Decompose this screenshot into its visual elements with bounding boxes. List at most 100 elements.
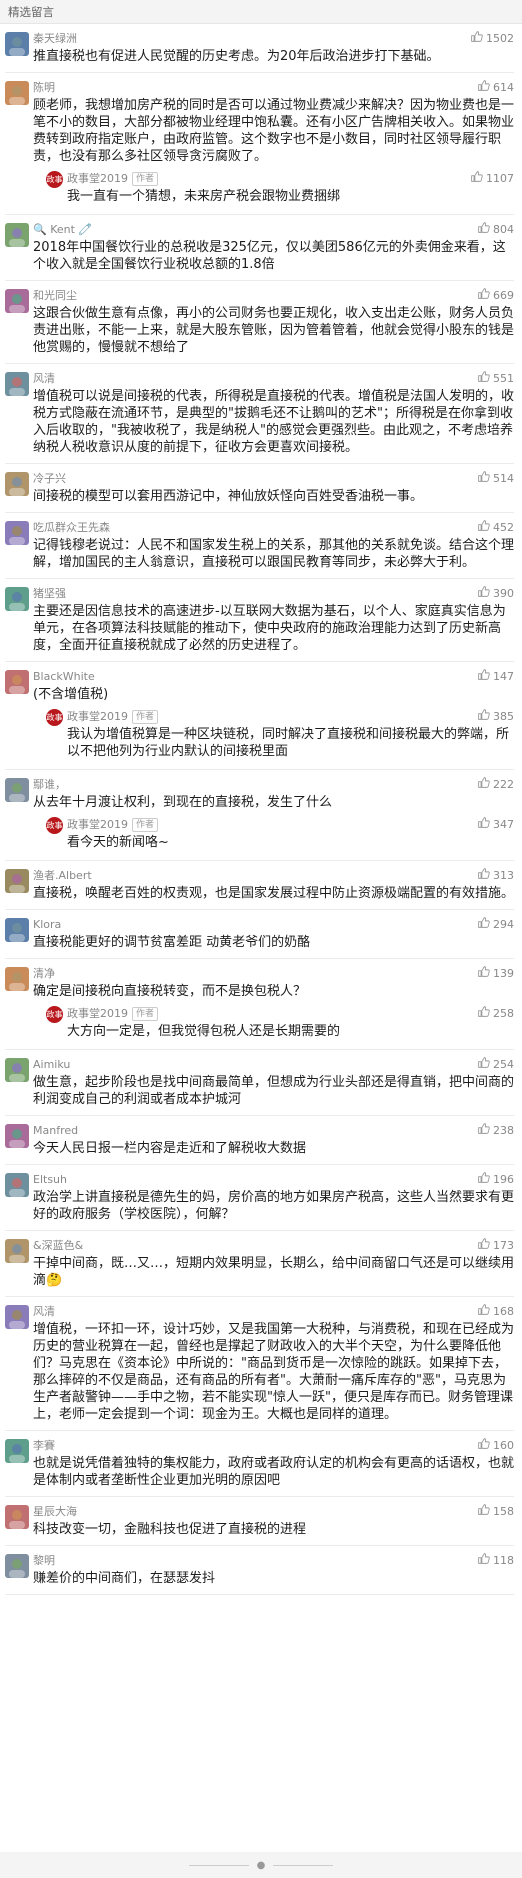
user-avatar[interactable] [5, 1439, 29, 1463]
user-avatar[interactable] [5, 778, 29, 802]
user-avatar[interactable] [5, 1058, 29, 1082]
like-button[interactable]: 614 [477, 79, 514, 97]
comment-meta: 秦天绿洲 [33, 30, 514, 48]
commenter-name[interactable]: Klora [33, 918, 61, 931]
author-avatar[interactable]: 政事堂 [46, 709, 63, 739]
like-button[interactable]: 139 [477, 965, 514, 983]
user-avatar[interactable] [5, 223, 29, 247]
commenter-name[interactable]: BlackWhite [33, 670, 95, 683]
user-avatar[interactable] [5, 1305, 29, 1329]
user-avatar[interactable] [5, 32, 29, 56]
user-avatar[interactable] [5, 372, 29, 396]
user-avatar[interactable] [5, 869, 29, 893]
user-avatar[interactable] [5, 1505, 29, 1529]
like-button[interactable]: 390 [477, 585, 514, 603]
commenter-name[interactable]: 李賽 [33, 1439, 55, 1452]
like-count: 551 [493, 372, 514, 385]
user-avatar[interactable] [5, 289, 29, 313]
like-button[interactable]: 196 [477, 1171, 514, 1189]
reply-like-button[interactable]: 1107 [470, 170, 514, 188]
comment-text: 增值税可以说是间接税的代表，所得税是直接税的代表。增值税是法国人发明的，收税方式… [33, 389, 515, 455]
commenter-name[interactable]: &深蓝色& [33, 1239, 83, 1252]
reply-like-button[interactable]: 258 [477, 1005, 514, 1023]
user-avatar[interactable] [5, 967, 29, 991]
like-button[interactable]: 173 [477, 1237, 514, 1255]
comment-item: 鄢谁， 222 从去年十月渡让权利，到现在的直接税，发生了什么 政事堂 政事堂2019 作… [5, 770, 514, 861]
author-avatar[interactable]: 政事堂 [46, 817, 63, 847]
comment-meta: Aimiku [33, 1056, 514, 1074]
like-button[interactable]: 551 [477, 370, 514, 388]
comment-meta: Klora [33, 916, 514, 934]
commenter-name[interactable]: 星辰大海 [33, 1505, 77, 1518]
thumbs-up-icon [477, 816, 490, 835]
like-button[interactable]: 514 [477, 470, 514, 488]
reply-like-button[interactable]: 385 [477, 708, 514, 726]
commenter-name[interactable]: Aimiku [33, 1058, 70, 1071]
like-count: 804 [493, 223, 514, 236]
commenter-name[interactable]: 秦天绿洲 [33, 32, 77, 45]
comment-item: Manfred 238 今天人民日报一栏内容是走近和了解税收大数据 [5, 1116, 514, 1165]
author-name[interactable]: 政事堂2019 [67, 172, 128, 185]
author-avatar[interactable]: 政事堂 [46, 171, 63, 201]
commenter-name[interactable]: Manfred [33, 1124, 78, 1137]
like-button[interactable]: 147 [477, 668, 514, 686]
like-button[interactable]: 238 [477, 1122, 514, 1140]
like-button[interactable]: 168 [477, 1303, 514, 1321]
user-avatar[interactable] [5, 81, 29, 105]
thumbs-up-icon [477, 1171, 490, 1190]
like-button[interactable]: 222 [477, 776, 514, 794]
commenter-name[interactable]: 黎明 [33, 1554, 55, 1567]
like-button[interactable]: 1502 [470, 30, 514, 48]
commenter-name[interactable]: 陈明 [33, 81, 55, 94]
like-count: 452 [493, 521, 514, 534]
like-button[interactable]: 158 [477, 1503, 514, 1521]
like-count: 514 [493, 472, 514, 485]
like-button[interactable]: 118 [477, 1552, 514, 1570]
comment-text: 间接税的模型可以套用西游记中，神仙放妖怪向百姓受香油税一事。 [33, 489, 424, 504]
reply-like-button[interactable]: 347 [477, 816, 514, 834]
like-button[interactable]: 804 [477, 221, 514, 239]
comment-text: (不含增值税) [33, 687, 109, 702]
divider-line [273, 1864, 334, 1866]
commenter-name[interactable]: 和光同尘 [33, 289, 77, 302]
like-button[interactable]: 313 [477, 867, 514, 885]
commenter-name[interactable]: 冷子兴 [33, 472, 66, 485]
user-avatar[interactable] [5, 1239, 29, 1263]
author-reply: 政事堂 政事堂2019 作者 385 我认为增值税算是一种区块链税，同时解决了直接税和间… [33, 706, 514, 762]
like-button[interactable]: 294 [477, 916, 514, 934]
like-button[interactable]: 160 [477, 1437, 514, 1455]
user-avatar[interactable] [5, 1173, 29, 1197]
commenter-name[interactable]: 鄢谁， [33, 778, 66, 791]
commenter-name[interactable]: 清净 [33, 967, 55, 980]
commenter-name[interactable]: 渔者.Albert [33, 869, 92, 882]
user-avatar[interactable] [5, 670, 29, 694]
section-title: 精选留言 [8, 5, 54, 19]
user-avatar[interactable] [5, 587, 29, 611]
commenter-name[interactable]: 猪坚强 [33, 587, 66, 600]
author-name[interactable]: 政事堂2019 [67, 818, 128, 831]
thumbs-up-icon [477, 585, 490, 604]
commenter-name[interactable]: Eltsuh [33, 1173, 67, 1186]
like-button[interactable]: 452 [477, 519, 514, 537]
comment-item: 黎明 118 赚差价的中间商们，在瑟瑟发抖 [5, 1546, 514, 1595]
comment-item: Aimiku 254 做生意，起步阶段也是找中间商最简单，但想成为行业头部还是得直销… [5, 1050, 514, 1116]
user-avatar[interactable] [5, 1554, 29, 1578]
commenter-name[interactable]: 风清 [33, 372, 55, 385]
author-avatar[interactable]: 政事堂 [46, 1006, 63, 1036]
like-button[interactable]: 669 [477, 287, 514, 305]
commenter-name[interactable]: 🔍 Kent 🧷 [33, 223, 92, 236]
user-avatar[interactable] [5, 918, 29, 942]
comment-item: 冷子兴 514 间接税的模型可以套用西游记中，神仙放妖怪向百姓受香油税一事。 [5, 464, 514, 513]
thumbs-up-icon [477, 668, 490, 687]
like-count: 614 [493, 81, 514, 94]
comment-text: 做生意，起步阶段也是找中间商最简单，但想成为行业头部还是得直销，把中间商的利润变… [33, 1075, 515, 1107]
author-name[interactable]: 政事堂2019 [67, 710, 128, 723]
user-avatar[interactable] [5, 472, 29, 496]
like-button[interactable]: 254 [477, 1056, 514, 1074]
commenter-name[interactable]: 吃瓜群众王先森 [33, 521, 110, 534]
commenter-name[interactable]: 风清 [33, 1305, 55, 1318]
reply-meta: 政事堂2019 作者 [67, 1005, 514, 1023]
user-avatar[interactable] [5, 1124, 29, 1148]
user-avatar[interactable] [5, 521, 29, 545]
author-name[interactable]: 政事堂2019 [67, 1007, 128, 1020]
